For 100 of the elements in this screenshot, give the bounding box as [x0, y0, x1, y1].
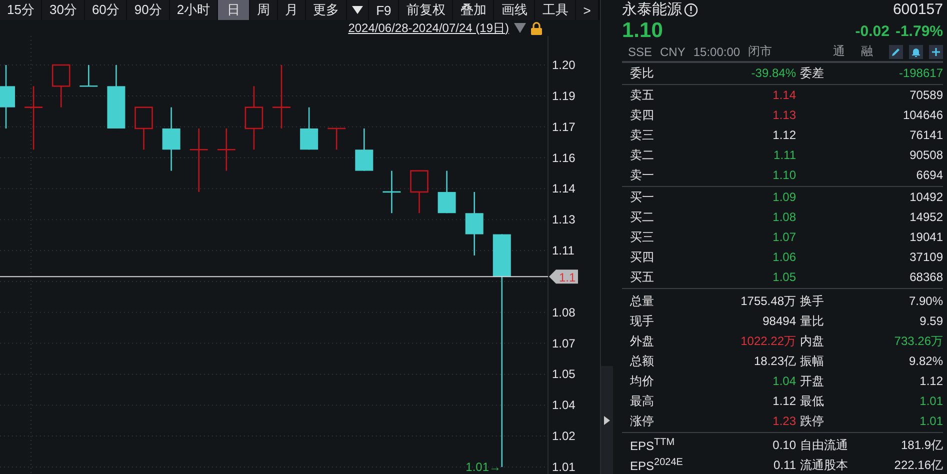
price-change: -0.02: [855, 22, 890, 40]
axis-label: 1.14: [552, 182, 576, 196]
collapse-handle[interactable]: [601, 366, 613, 474]
stock-code: 600157: [892, 1, 943, 18]
play-icon: [604, 416, 610, 424]
stat-value: 18.23亿: [752, 352, 796, 370]
axis-label: 1.16: [552, 150, 576, 165]
candlestick-drawing: [465, 192, 484, 256]
pencil-icon: [891, 46, 901, 56]
order-price: 1.10: [772, 168, 796, 182]
toolbar-button[interactable]: 画线: [494, 0, 534, 20]
stat-value: 1.12: [918, 374, 943, 388]
order-price: 1.12: [772, 128, 796, 142]
stat-label: 最低: [799, 392, 825, 410]
candlestick-drawing: [244, 86, 264, 150]
price-tag: 1.1: [549, 270, 578, 285]
add-button[interactable]: [929, 44, 943, 58]
dropdown-button[interactable]: [347, 0, 368, 20]
stat-value: 7.90%: [908, 294, 943, 308]
stat-value: 1.01: [918, 394, 943, 408]
stat-value: 98494: [762, 314, 796, 328]
candlestick-drawing: [410, 170, 428, 214]
order-level-label: 卖二: [630, 146, 655, 164]
candlestick-drawing: [272, 65, 290, 128]
date-range-link[interactable]: 2024/06/28-2024/07/24 (19日): [348, 20, 509, 36]
order-volume: 68368: [908, 270, 943, 284]
info-icon[interactable]: [684, 2, 698, 16]
axis-label: 1.19: [552, 88, 576, 103]
lock-icon[interactable]: [531, 22, 542, 34]
order-volume: 6694: [915, 168, 943, 182]
order-price: 1.13: [772, 108, 796, 122]
stat-label: 换手: [799, 292, 825, 310]
toolbar-button[interactable]: 叠加: [453, 0, 494, 20]
stat-label: 总量: [630, 292, 655, 310]
toolbar-button[interactable]: F9: [369, 0, 398, 20]
row-value: -198617: [898, 66, 943, 80]
candlestick-drawing: [0, 65, 15, 128]
axis-label: 1.17: [552, 120, 576, 134]
order-price: 1.08: [772, 210, 796, 224]
stat-value: 1.01: [918, 414, 943, 428]
percent-change: -1.79%: [895, 22, 943, 40]
period-tab[interactable]: 15分: [0, 0, 42, 20]
axis-label: 1.01: [552, 460, 576, 474]
period-tab[interactable]: 30分: [42, 0, 84, 20]
axis-label: 1.04: [552, 398, 576, 412]
period-tab[interactable]: 月: [278, 0, 306, 20]
edit-button[interactable]: [889, 44, 903, 58]
toolbar-button[interactable]: 前复权: [399, 0, 452, 20]
candlestick-drawing: [382, 170, 401, 214]
period-tab[interactable]: 60分: [84, 0, 126, 20]
trading-tag: 通: [833, 43, 845, 60]
market-info: 15:00:00: [693, 44, 740, 58]
candlestick-drawing: [107, 65, 126, 128]
period-tab[interactable]: 更多: [306, 0, 346, 20]
caret-icon: [352, 6, 364, 14]
order-price: 1.05: [772, 270, 796, 284]
stat-value: 1.23: [772, 414, 796, 428]
stat-label: 跌停: [799, 412, 825, 430]
candlestick-drawing: [328, 128, 346, 150]
order-volume: 10492: [908, 190, 943, 204]
stat-label: 涨停: [630, 412, 655, 430]
order-level-label: 买四: [630, 248, 655, 266]
stat-label: 内盘: [799, 332, 825, 350]
triangle-icon[interactable]: [514, 23, 526, 33]
period-tab[interactable]: 周: [250, 0, 278, 20]
period-tab[interactable]: 2小时: [170, 0, 218, 20]
toolbar-button[interactable]: 工具: [535, 0, 576, 20]
order-price: 1.07: [772, 230, 796, 244]
stat-value: 1755.48万: [740, 292, 796, 310]
toolbar-button[interactable]: >: [576, 0, 598, 20]
stat-value: 0.10: [772, 438, 796, 452]
candlestick-drawing: [80, 65, 98, 87]
order-price: 1.11: [772, 148, 796, 162]
stat-label: 外盘: [630, 332, 655, 350]
stat-label: 总额: [630, 352, 655, 370]
market-info: SSE: [628, 44, 652, 58]
candlestick-drawing: [217, 128, 236, 171]
axis-label: 1.05: [552, 367, 576, 382]
stat-label: 流通股本: [799, 456, 849, 474]
stat-value: 9.82%: [908, 354, 943, 368]
period-tab[interactable]: 日: [218, 0, 250, 20]
axis-label: 1.07: [552, 336, 576, 350]
order-volume: 14952: [908, 210, 943, 224]
order-volume: 76141: [908, 128, 943, 142]
stat-label: 自由流通: [799, 436, 849, 454]
alert-button[interactable]: [909, 44, 923, 58]
order-volume: 104646: [902, 108, 943, 122]
order-level-label: 买五: [630, 268, 655, 286]
axis-label: 1.08: [552, 305, 576, 320]
plus-icon: [931, 46, 941, 56]
order-volume: 70589: [908, 88, 943, 102]
axis-label: 1.11: [552, 244, 574, 258]
market-info: CNY: [660, 44, 686, 58]
candlestick-drawing: [300, 107, 318, 150]
order-level-label: 卖一: [630, 166, 655, 184]
stat-label: 均价: [630, 372, 655, 390]
period-tab[interactable]: 90分: [127, 0, 169, 20]
stat-label: EPS$^{TTM}$: [630, 437, 676, 453]
candlestick-drawing: [162, 107, 180, 171]
candlestick-drawing: [438, 170, 456, 214]
